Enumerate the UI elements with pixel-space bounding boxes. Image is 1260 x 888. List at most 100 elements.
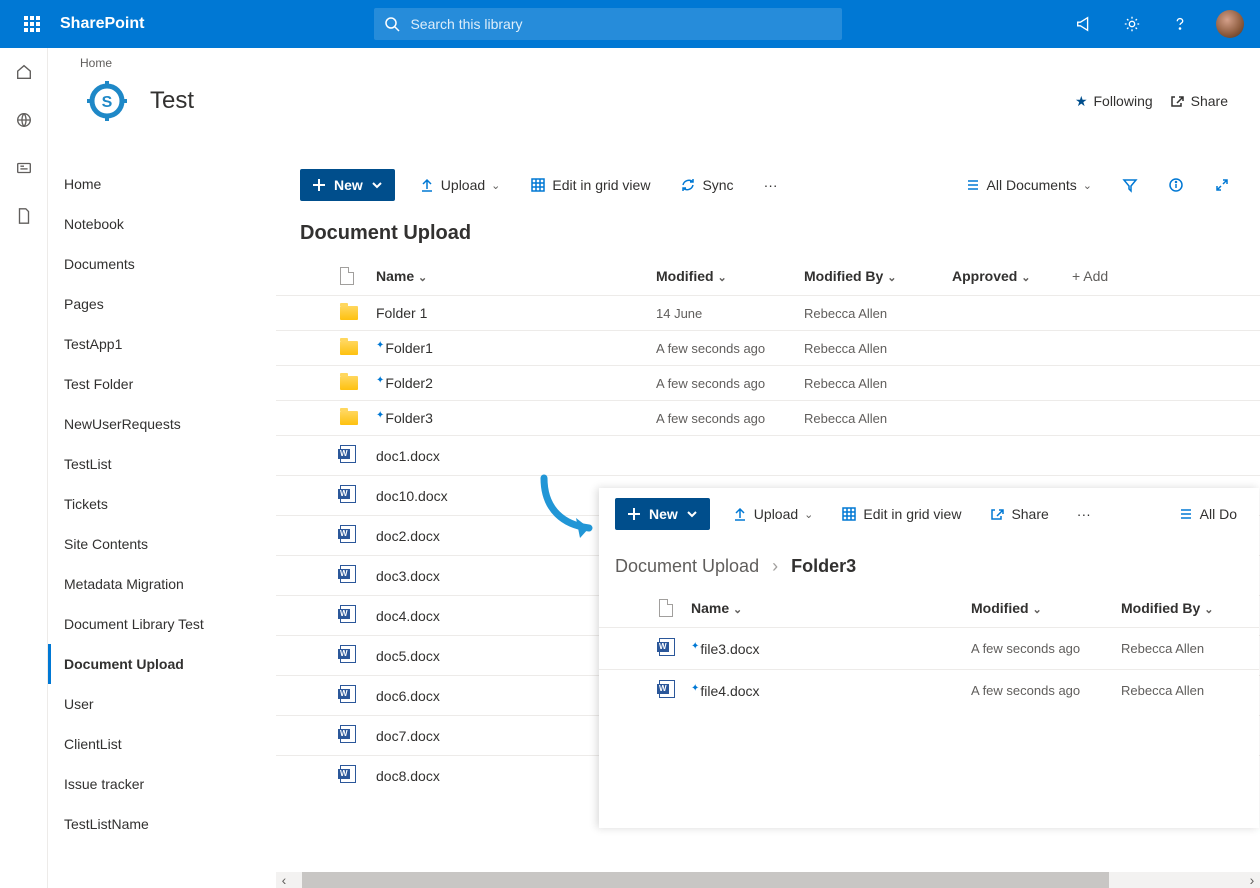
- plus-icon: [627, 507, 641, 521]
- info-button[interactable]: [1162, 173, 1190, 197]
- overlay-breadcrumb: Document Upload › Folder3: [599, 540, 1259, 589]
- sidenav-item[interactable]: TestListName: [48, 804, 276, 844]
- breadcrumb[interactable]: Home: [80, 56, 1228, 70]
- new-badge-icon: ✦: [376, 375, 384, 386]
- brand-label: SharePoint: [60, 15, 144, 33]
- column-name[interactable]: Name ⌄: [376, 268, 656, 284]
- table-row[interactable]: ✦Folder3A few seconds agoRebecca Allen: [276, 400, 1260, 435]
- sidenav-item[interactable]: Tickets: [48, 484, 276, 524]
- sidenav-item[interactable]: Issue tracker: [48, 764, 276, 804]
- table-row[interactable]: ✦file4.docxA few seconds agoRebecca Alle…: [599, 669, 1259, 711]
- filter-icon: [1122, 177, 1138, 193]
- globe-icon[interactable]: [0, 96, 48, 144]
- table-row[interactable]: ✦file3.docxA few seconds agoRebecca Alle…: [599, 627, 1259, 669]
- plus-icon: [312, 178, 326, 192]
- new-badge-icon: ✦: [691, 641, 699, 652]
- overlay-edit-grid-button[interactable]: Edit in grid view: [835, 502, 967, 526]
- sidenav-item[interactable]: ClientList: [48, 724, 276, 764]
- file-icon: [340, 267, 354, 285]
- column-approved[interactable]: Approved ⌄: [952, 268, 1072, 284]
- upload-icon: [419, 177, 435, 193]
- sidenav-item[interactable]: Test Folder: [48, 364, 276, 404]
- overlay-column-modified-by[interactable]: Modified By ⌄: [1121, 600, 1241, 616]
- overlay-view-selector[interactable]: All Do: [1172, 502, 1243, 526]
- sidenav-item[interactable]: Document Upload: [48, 644, 276, 684]
- modified-cell: A few seconds ago: [656, 341, 804, 356]
- overlay-upload-label: Upload: [754, 506, 798, 522]
- new-badge-icon: ✦: [691, 683, 699, 694]
- file-name[interactable]: ✦Folder3: [376, 410, 656, 426]
- file-name[interactable]: Folder 1: [376, 305, 656, 321]
- sidenav-item[interactable]: Metadata Migration: [48, 564, 276, 604]
- modified-cell: A few seconds ago: [656, 411, 804, 426]
- following-label: Following: [1094, 93, 1153, 109]
- overlay-upload-button[interactable]: Upload ⌄: [726, 502, 820, 526]
- overlay-column-name[interactable]: Name ⌄: [691, 600, 971, 616]
- sync-button[interactable]: Sync: [674, 173, 739, 197]
- overlay-share-button[interactable]: Share: [983, 502, 1054, 526]
- column-add[interactable]: + Add: [1072, 268, 1236, 284]
- news-icon[interactable]: [0, 144, 48, 192]
- info-icon: [1168, 177, 1184, 193]
- modified-by-cell: Rebecca Allen: [804, 341, 952, 356]
- new-label: New: [334, 177, 363, 193]
- overlay-new-label: New: [649, 506, 678, 522]
- upload-button[interactable]: Upload ⌄: [413, 173, 507, 197]
- user-avatar[interactable]: [1216, 10, 1244, 38]
- file-icon[interactable]: [0, 192, 48, 240]
- sidenav-item[interactable]: Notebook: [48, 204, 276, 244]
- search-icon: [384, 16, 400, 32]
- file-type-header[interactable]: [659, 599, 691, 617]
- site-header: Home S Test ★ Following Share: [48, 48, 1260, 156]
- view-selector[interactable]: All Documents ⌄: [959, 173, 1098, 197]
- file-name[interactable]: ✦Folder1: [376, 340, 656, 356]
- file-name[interactable]: doc1.docx: [376, 448, 656, 464]
- file-name[interactable]: ✦file4.docx: [691, 683, 971, 699]
- app-launcher-icon[interactable]: [8, 0, 56, 48]
- file-name[interactable]: ✦Folder2: [376, 375, 656, 391]
- word-icon: [340, 485, 356, 503]
- table-row[interactable]: ✦Folder2A few seconds agoRebecca Allen: [276, 365, 1260, 400]
- overlay-crumb-root[interactable]: Document Upload: [615, 556, 759, 576]
- home-icon[interactable]: [0, 48, 48, 96]
- new-button[interactable]: New: [300, 169, 395, 201]
- table-row[interactable]: ✦Folder1A few seconds agoRebecca Allen: [276, 330, 1260, 365]
- help-icon[interactable]: [1160, 0, 1200, 48]
- horizontal-scrollbar[interactable]: ‹ ›: [276, 872, 1260, 888]
- expand-button[interactable]: [1208, 173, 1236, 197]
- side-nav[interactable]: HomeNotebookDocumentsPagesTestApp1Test F…: [48, 156, 276, 888]
- sidenav-item[interactable]: TestApp1: [48, 324, 276, 364]
- modified-by-cell: Rebecca Allen: [1121, 683, 1241, 698]
- megaphone-icon[interactable]: [1064, 0, 1104, 48]
- column-modified[interactable]: Modified ⌄: [656, 268, 804, 284]
- share-button[interactable]: Share: [1169, 93, 1228, 109]
- sidenav-item[interactable]: Document Library Test: [48, 604, 276, 644]
- sidenav-item[interactable]: NewUserRequests: [48, 404, 276, 444]
- overlay-column-modified[interactable]: Modified ⌄: [971, 600, 1121, 616]
- sidenav-item[interactable]: Site Contents: [48, 524, 276, 564]
- overlay-overflow-button[interactable]: ···: [1071, 502, 1097, 526]
- sidenav-item[interactable]: User: [48, 684, 276, 724]
- overflow-button[interactable]: ···: [758, 173, 784, 197]
- search-input[interactable]: [410, 16, 832, 32]
- table-row[interactable]: doc1.docx: [276, 435, 1260, 475]
- column-modified-by[interactable]: Modified By ⌄: [804, 268, 952, 284]
- share-label: Share: [1191, 93, 1228, 109]
- filter-button[interactable]: [1116, 173, 1144, 197]
- file-type-header[interactable]: [340, 267, 376, 285]
- sidenav-item[interactable]: TestList: [48, 444, 276, 484]
- settings-icon[interactable]: [1112, 0, 1152, 48]
- new-badge-icon: ✦: [376, 410, 384, 421]
- table-row[interactable]: Folder 114 JuneRebecca Allen: [276, 295, 1260, 330]
- search-box[interactable]: [374, 8, 842, 40]
- following-button[interactable]: ★ Following: [1075, 93, 1153, 110]
- expand-icon: [1214, 177, 1230, 193]
- file-name[interactable]: ✦file3.docx: [691, 641, 971, 657]
- overlay-new-button[interactable]: New: [615, 498, 710, 530]
- word-icon: [340, 525, 356, 543]
- sidenav-item[interactable]: Home: [48, 164, 276, 204]
- sidenav-item[interactable]: Documents: [48, 244, 276, 284]
- sidenav-item[interactable]: Pages: [48, 284, 276, 324]
- folder-icon: [340, 411, 358, 425]
- edit-grid-button[interactable]: Edit in grid view: [524, 173, 656, 197]
